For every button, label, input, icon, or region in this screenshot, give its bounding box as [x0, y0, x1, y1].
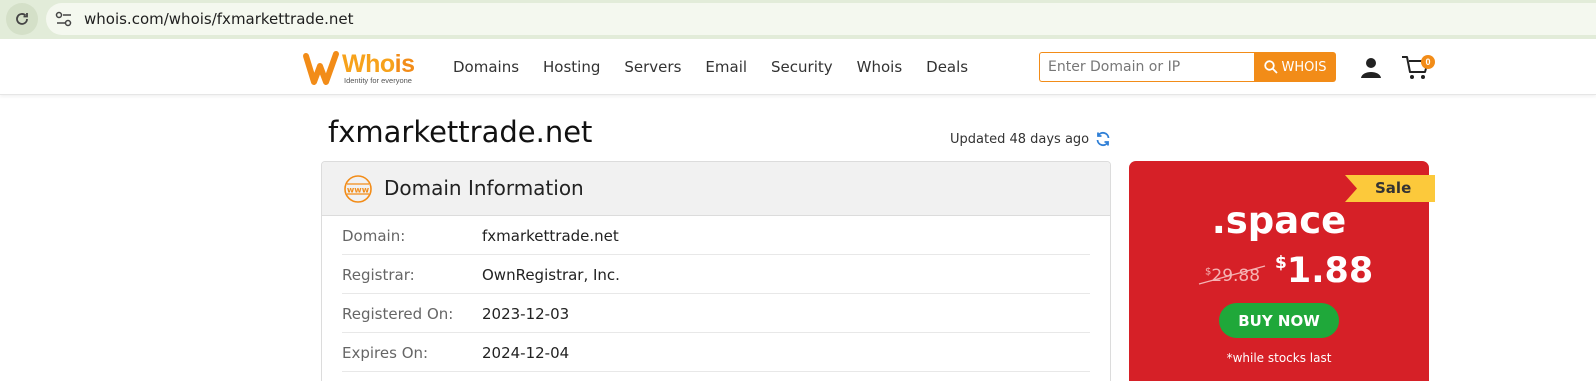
url-text[interactable]: whois.com/whois/fxmarkettrade.net [84, 10, 354, 28]
nav-security[interactable]: Security [771, 58, 833, 76]
whois-search-button[interactable]: WHOIS [1254, 52, 1336, 82]
card-title: Domain Information [384, 176, 584, 200]
logo-mark-icon [303, 51, 339, 85]
row-label: Registrar: [342, 266, 415, 284]
new-price: $1.88 [1275, 251, 1374, 291]
reload-button[interactable] [6, 3, 38, 35]
card-header: www Domain Information [322, 162, 1110, 216]
nav-whois[interactable]: Whois [857, 58, 903, 76]
cart-count-badge: 0 [1421, 55, 1435, 69]
nav-hosting[interactable]: Hosting [543, 58, 600, 76]
nav-servers[interactable]: Servers [624, 58, 681, 76]
promo-banner[interactable]: Sale .space $29.88 $1.88 BUY NOW *while … [1129, 161, 1435, 381]
browser-bar: whois.com/whois/fxmarkettrade.net [0, 0, 1596, 39]
user-icon[interactable] [1359, 55, 1383, 79]
site-info-icon[interactable] [55, 11, 73, 27]
row-label: Expires On: [342, 344, 429, 362]
row-label: Domain: [342, 227, 406, 245]
info-row-expires-on: Expires On: 2024-12-04 [342, 333, 1090, 372]
row-value: 2023-12-03 [482, 305, 570, 323]
row-value: OwnRegistrar, Inc. [482, 266, 620, 284]
row-label: Registered On: [342, 305, 454, 323]
search-icon [1263, 60, 1278, 74]
refresh-icon[interactable] [1095, 131, 1111, 147]
strike-line [1198, 265, 1266, 285]
nav-email[interactable]: Email [705, 58, 747, 76]
svg-text:www: www [347, 186, 370, 195]
promo-tld: .space [1211, 199, 1347, 242]
whois-logo[interactable]: Whois Identity for everyone [302, 48, 432, 88]
updated-text: Updated 48 days ago [950, 131, 1090, 147]
info-row-domain: Domain: fxmarkettrade.net [342, 216, 1090, 255]
stock-note: *while stocks last [1226, 351, 1332, 365]
www-icon: www [344, 175, 372, 203]
row-value: 2024-12-04 [482, 344, 570, 362]
search-form: WHOIS [1039, 52, 1339, 82]
page-title: fxmarkettrade.net [328, 115, 593, 149]
logo-wordmark: Whois [342, 50, 415, 78]
search-button-label: WHOIS [1281, 59, 1327, 75]
main-nav: Domains Hosting Servers Email Security W… [453, 58, 968, 76]
search-input[interactable] [1039, 52, 1254, 82]
info-row-registered-on: Registered On: 2023-12-03 [342, 294, 1090, 333]
row-value: fxmarkettrade.net [482, 227, 619, 245]
domain-information-card: www Domain Information Domain: fxmarkett… [321, 161, 1111, 381]
site-header: Whois Identity for everyone Domains Host… [0, 39, 1596, 95]
buy-now-button[interactable]: BUY NOW [1219, 303, 1339, 338]
nav-domains[interactable]: Domains [453, 58, 519, 76]
sale-badge: Sale [1375, 179, 1412, 197]
nav-deals[interactable]: Deals [926, 58, 968, 76]
updated-status: Updated 48 days ago [950, 131, 1111, 147]
reload-icon [16, 13, 28, 25]
address-bar[interactable]: whois.com/whois/fxmarkettrade.net [46, 3, 1596, 35]
info-row-registrar: Registrar: OwnRegistrar, Inc. [342, 255, 1090, 294]
logo-tagline: Identity for everyone [344, 76, 412, 85]
